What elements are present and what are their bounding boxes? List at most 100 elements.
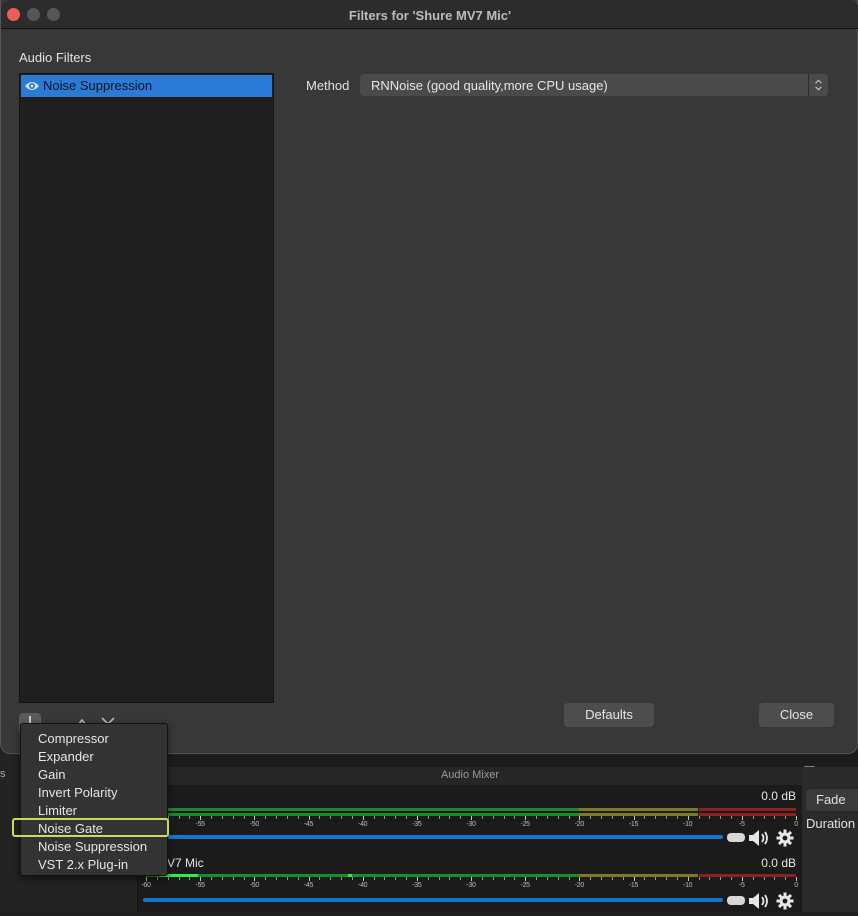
menu-item-invert-polarity[interactable]: Invert Polarity xyxy=(21,784,167,802)
meter-tick xyxy=(796,816,797,820)
meter-tick xyxy=(221,816,223,819)
defaults-button[interactable]: Defaults xyxy=(564,703,654,727)
meter-tick xyxy=(471,877,472,881)
menu-item-noise-suppression[interactable]: Noise Suppression xyxy=(21,838,167,856)
meter-tick xyxy=(297,816,299,819)
volume-slider-handle[interactable] xyxy=(727,896,745,905)
meter-tick xyxy=(330,877,332,880)
meter-scale-label: -15 xyxy=(628,882,639,889)
meter-scale-label: -45 xyxy=(303,882,314,889)
meter-tick xyxy=(416,877,418,881)
meter-tick xyxy=(655,816,657,819)
meter-tick xyxy=(211,877,212,880)
meter-scale-label: -10 xyxy=(683,882,693,889)
speaker-mute-icon[interactable] xyxy=(748,829,772,847)
gear-icon[interactable] xyxy=(776,829,794,847)
meter-tick xyxy=(568,816,570,819)
meter-tick xyxy=(232,816,234,819)
meter-tick xyxy=(200,877,202,881)
menu-item-vst-plugin[interactable]: VST 2.x Plug-in xyxy=(21,856,167,874)
method-label: Method xyxy=(306,78,350,93)
meter-tick xyxy=(752,877,754,880)
meter-tick xyxy=(601,877,602,880)
meter-tick xyxy=(579,816,581,820)
meter-tick xyxy=(525,816,527,820)
meter-tick xyxy=(438,877,440,880)
menu-item-expander[interactable]: Expander xyxy=(21,748,167,766)
meter-tick xyxy=(460,816,462,819)
meter-tick xyxy=(319,877,321,880)
method-dropdown[interactable]: RNNoise (good quality,more CPU usage) xyxy=(360,74,828,96)
meter-tick xyxy=(698,877,700,880)
meter-scale-label: -10 xyxy=(683,821,693,828)
meter-tick xyxy=(265,816,267,819)
meter-tick xyxy=(731,816,732,819)
volume-slider-handle[interactable] xyxy=(727,833,745,842)
meter-tick xyxy=(741,877,743,881)
meter-scale-label: -35 xyxy=(412,882,422,889)
meter-tick xyxy=(146,877,147,881)
meter-tick xyxy=(373,816,375,819)
meter-tick xyxy=(427,816,429,819)
gear-icon[interactable] xyxy=(776,892,794,910)
audio-filters-label: Audio Filters xyxy=(19,50,92,65)
meter-tick xyxy=(752,816,754,819)
meter-tick xyxy=(276,877,277,880)
updown-chevron-icon xyxy=(808,74,822,96)
volume-slider[interactable] xyxy=(143,835,723,839)
meter-tick xyxy=(319,816,321,819)
meter-tick xyxy=(351,816,353,819)
meter-tick xyxy=(536,877,537,880)
menu-item-compressor[interactable]: Compressor xyxy=(21,730,167,748)
transition-select[interactable]: Fade xyxy=(806,789,858,811)
window-title: Filters for 'Shure MV7 Mic' xyxy=(348,8,512,23)
filter-list-item[interactable]: Noise Suppression xyxy=(21,75,272,97)
meter-tick xyxy=(611,816,613,819)
meter-scale-label: -45 xyxy=(303,821,314,828)
menu-item-gain[interactable]: Gain xyxy=(21,766,167,784)
meter-tick xyxy=(178,877,180,880)
meter-tick xyxy=(460,877,462,880)
meter-tick xyxy=(590,877,592,880)
method-selected-value: RNNoise (good quality,more CPU usage) xyxy=(371,78,608,93)
meter-tick xyxy=(709,877,711,880)
meter-tick xyxy=(611,877,613,880)
title-bar: Filters for 'Shure MV7 Mic' xyxy=(1,0,858,29)
meter-scale-label: -40 xyxy=(358,882,368,889)
meter-tick xyxy=(546,816,548,819)
audio-mixer-header: Audio Mixer xyxy=(138,767,802,785)
meter-tick xyxy=(774,877,776,880)
filter-list[interactable]: Noise Suppression xyxy=(19,73,274,703)
close-button[interactable]: Close xyxy=(759,703,834,727)
meter-tick xyxy=(622,877,624,880)
meter-tick xyxy=(427,877,429,880)
meter-scale-label: -20 xyxy=(574,882,585,889)
meter-tick xyxy=(200,816,202,820)
meter-tick xyxy=(644,877,646,880)
meter-tick xyxy=(406,877,407,880)
meter-scale-label: -30 xyxy=(466,821,476,828)
meter-tick xyxy=(211,816,212,819)
volume-slider[interactable] xyxy=(143,898,723,902)
meter-scale-label: -35 xyxy=(412,821,422,828)
meter-tick xyxy=(785,816,787,819)
meter-tick xyxy=(308,816,310,820)
meter-scale-label: -60 xyxy=(141,882,151,889)
speaker-mute-icon[interactable] xyxy=(748,892,772,910)
meter-tick xyxy=(178,816,180,819)
meter-tick xyxy=(362,877,364,881)
meter-tick xyxy=(384,816,386,819)
meter-tick xyxy=(341,877,342,880)
meter-tick xyxy=(774,816,776,819)
eye-visibility-icon[interactable] xyxy=(24,80,40,92)
meter-tick xyxy=(687,816,689,820)
transitions-panel: Fade Duration xyxy=(802,767,858,912)
left-dock-text: s xyxy=(0,768,6,780)
meter-tick xyxy=(568,877,570,880)
meter-scale-label: 0 xyxy=(794,882,798,889)
meter-segment xyxy=(579,808,699,811)
meter-tick xyxy=(546,877,548,880)
meter-tick xyxy=(763,877,765,880)
meter-segment xyxy=(146,808,580,811)
meter-tick xyxy=(406,816,407,819)
